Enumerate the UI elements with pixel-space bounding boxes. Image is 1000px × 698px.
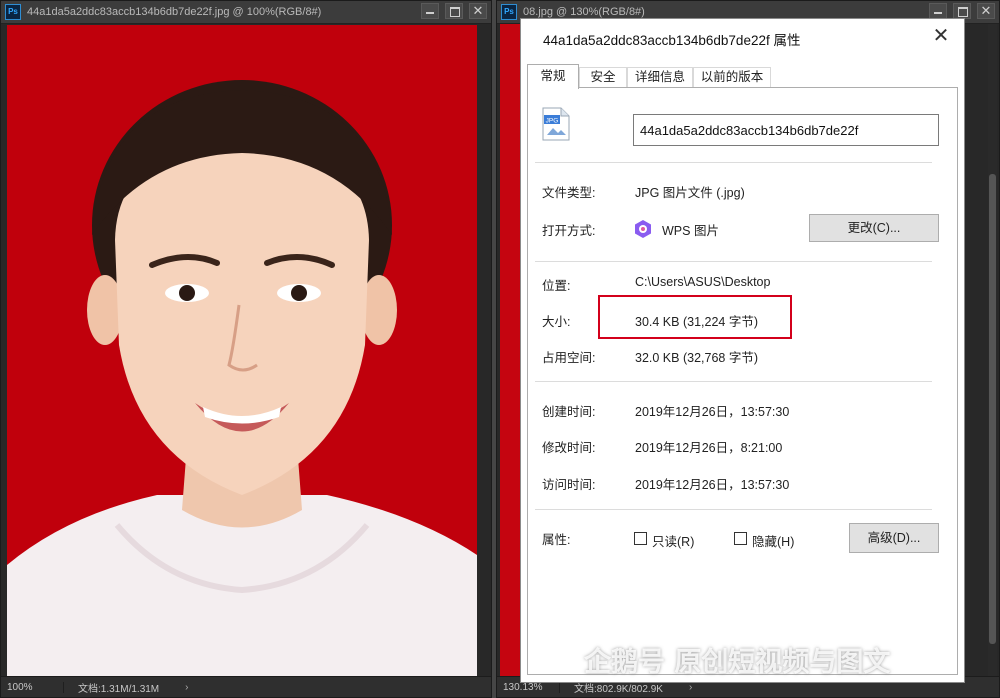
status-menu-arrow[interactable]: › <box>185 682 188 693</box>
file-type-value: JPG 图片文件 (.jpg) <box>635 186 745 200</box>
maximize-icon[interactable] <box>953 3 971 19</box>
dialog-title: 44a1da5a2ddc83accb134b6db7de22f 属性 <box>543 33 801 48</box>
file-type-label: 文件类型: <box>542 186 596 200</box>
photoshop-badge-icon: Ps <box>501 4 517 20</box>
disk-size-label: 占用空间: <box>542 351 596 365</box>
status-menu-arrow[interactable]: › <box>689 682 692 693</box>
divider <box>535 261 932 262</box>
maximize-icon[interactable] <box>445 3 463 19</box>
photoshop-badge-icon: Ps <box>5 4 21 20</box>
left-status-bar: 100% 文档:1.31M/1.31M › <box>1 676 491 697</box>
close-icon[interactable]: ✕ <box>928 23 954 48</box>
portrait-illustration <box>7 25 477 677</box>
minimize-icon[interactable] <box>929 3 947 19</box>
readonly-label[interactable]: 只读(R) <box>652 531 694 550</box>
tab-general[interactable]: 常规 <box>527 64 579 89</box>
left-window-title: 44a1da5a2ddc83accb134b6db7de22f.jpg @ 10… <box>27 6 322 18</box>
change-button[interactable]: 更改(C)... <box>809 214 939 242</box>
attributes-label: 属性: <box>542 533 571 547</box>
left-document-window: Ps 44a1da5a2ddc83accb134b6db7de22f.jpg @… <box>0 0 492 698</box>
advanced-button[interactable]: 高级(D)... <box>849 523 939 553</box>
created-label: 创建时间: <box>542 405 596 419</box>
hidden-checkbox[interactable] <box>734 532 747 545</box>
left-window-titlebar[interactable]: Ps 44a1da5a2ddc83accb134b6db7de22f.jpg @… <box>1 1 491 24</box>
modified-value: 2019年12月26日，8:21:00 <box>635 441 783 455</box>
close-icon[interactable]: ✕ <box>977 3 995 19</box>
location-label: 位置: <box>542 279 571 293</box>
open-with-value: WPS 图片 <box>662 224 719 238</box>
tab-security[interactable]: 安全 <box>579 67 627 87</box>
jpg-file-icon: JPG <box>542 107 570 141</box>
vertical-scrollbar[interactable] <box>988 24 997 676</box>
zoom-level[interactable]: 100% <box>1 681 64 693</box>
document-size: 文档:1.31M/1.31M <box>78 683 160 695</box>
wps-picture-icon <box>635 220 651 238</box>
divider <box>535 381 932 382</box>
open-with-label: 打开方式: <box>542 224 596 238</box>
right-canvas-edge <box>500 24 520 676</box>
location-value: C:\Users\ASUS\Desktop <box>635 275 771 289</box>
modified-label: 修改时间: <box>542 441 596 455</box>
scrollbar-thumb[interactable] <box>989 174 996 644</box>
size-label: 大小: <box>542 315 571 329</box>
properties-dialog: 44a1da5a2ddc83accb134b6db7de22f 属性 ✕ 常规 … <box>520 18 965 683</box>
accessed-label: 访问时间: <box>542 478 596 492</box>
watermark-text: 企鹅号 原创短视频与图文 <box>584 647 891 678</box>
tab-previous-versions[interactable]: 以前的版本 <box>693 67 771 87</box>
right-window-title: 08.jpg @ 130%(RGB/8#) <box>523 6 645 18</box>
penguin-logo-icon <box>551 645 575 672</box>
minimize-icon[interactable] <box>421 3 439 19</box>
accessed-value: 2019年12月26日，13:57:30 <box>635 478 790 492</box>
divider <box>535 509 932 510</box>
close-icon[interactable]: ✕ <box>469 3 487 19</box>
hidden-label[interactable]: 隐藏(H) <box>752 531 794 550</box>
size-highlight-box <box>598 295 792 339</box>
jpg-icon-label: JPG <box>546 118 559 125</box>
divider <box>535 162 932 163</box>
readonly-checkbox[interactable] <box>634 532 647 545</box>
zoom-level[interactable]: 130.13% <box>497 681 560 693</box>
disk-size-value: 32.0 KB (32,768 字节) <box>635 351 758 365</box>
tab-details[interactable]: 详细信息 <box>627 67 693 87</box>
created-value: 2019年12月26日，13:57:30 <box>635 405 790 419</box>
portrait-photo <box>7 25 477 677</box>
file-name-input[interactable] <box>633 114 939 146</box>
